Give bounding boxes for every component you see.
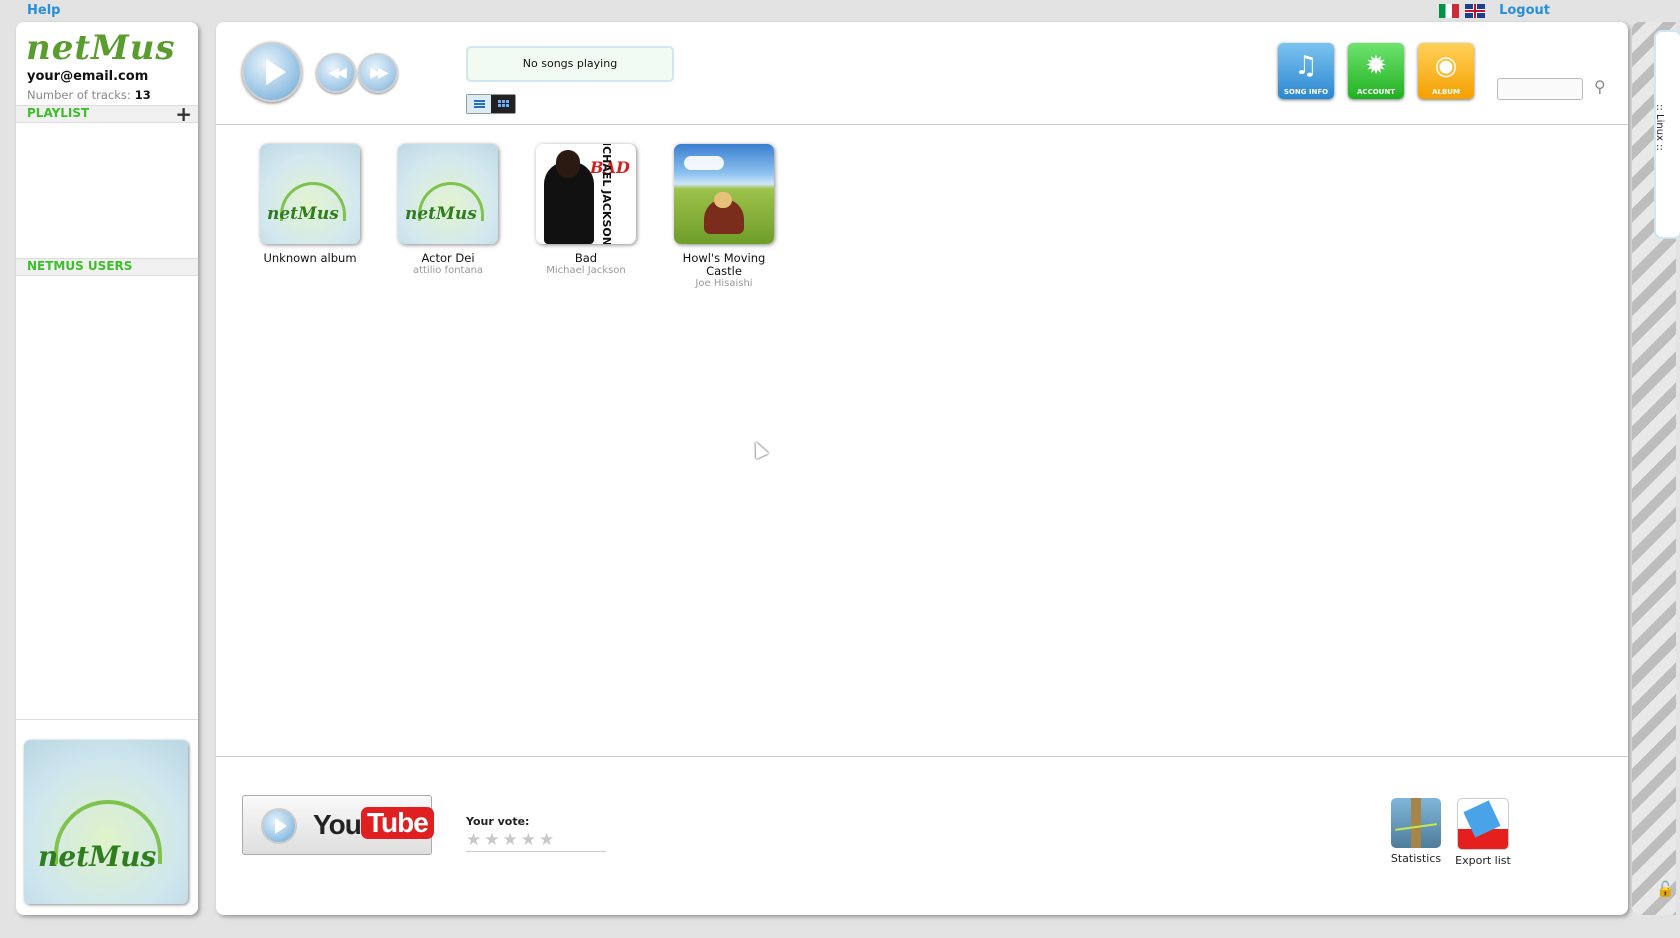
netmus-logo: netMus bbox=[26, 28, 176, 68]
rating-stars: ★ ★ ★ ★ ★ bbox=[466, 831, 606, 852]
search-icon[interactable]: ⚲ bbox=[1594, 77, 1612, 96]
logout-link[interactable]: Logout bbox=[1499, 3, 1550, 18]
youtube-button[interactable]: You Tube bbox=[242, 795, 434, 855]
album-title: Unknown album bbox=[263, 251, 357, 265]
album-item[interactable]: netMus Unknown album bbox=[250, 144, 370, 265]
star-icon[interactable]: ★ bbox=[466, 831, 481, 849]
sidebar: netMus your@email.com Number of tracks: 1… bbox=[16, 22, 198, 915]
star-icon[interactable]: ★ bbox=[484, 831, 499, 849]
main-panel: ◀◀ ▶▶ No songs playing ♫ SONG INFO ✹ ACC… bbox=[216, 22, 1628, 915]
user-email: your@email.com bbox=[27, 69, 149, 84]
account-label: ACCOUNT bbox=[1357, 88, 1395, 96]
star-icon[interactable]: ★ bbox=[539, 831, 554, 849]
album-item[interactable]: netMus Actor Dei attilio fontana bbox=[388, 144, 508, 276]
album-item[interactable]: BAD MICHAEL JACKSON Bad Michael Jackson bbox=[526, 144, 646, 276]
search-input[interactable] bbox=[1497, 78, 1583, 100]
cover-cloud bbox=[684, 156, 724, 170]
account-button[interactable]: ✹ ACCOUNT bbox=[1348, 43, 1404, 99]
current-album-cover: netMus bbox=[24, 740, 188, 904]
song-info-button[interactable]: ♫ SONG INFO bbox=[1278, 43, 1334, 99]
previous-button[interactable]: ◀◀ bbox=[316, 53, 356, 93]
gear-icon: ✹ bbox=[1365, 51, 1387, 81]
statistics-button[interactable]: Statistics bbox=[1386, 798, 1446, 865]
next-button[interactable]: ▶▶ bbox=[358, 53, 398, 93]
netmus-users-label: NETMUS USERS bbox=[27, 259, 133, 273]
album-cover[interactable] bbox=[674, 144, 774, 244]
cover-logo-text: netMus bbox=[267, 204, 339, 224]
album-title: Actor Dei bbox=[421, 251, 475, 265]
album-cover[interactable]: netMus bbox=[398, 144, 498, 244]
cover-head bbox=[556, 150, 580, 178]
playlist-header: PLAYLIST + bbox=[16, 102, 198, 126]
song-info-label: SONG INFO bbox=[1283, 88, 1329, 96]
statistics-icon bbox=[1391, 798, 1441, 848]
view-toggle bbox=[466, 94, 516, 114]
topbar-right: Logout bbox=[1439, 3, 1550, 18]
music-notes-icon: ♫ bbox=[1294, 51, 1318, 81]
rail-tab-label: :: Linux :: bbox=[1653, 104, 1665, 151]
star-icon[interactable]: ★ bbox=[503, 831, 518, 849]
album-artist: attilio fontana bbox=[412, 265, 484, 276]
netmus-users-header: NETMUS USERS bbox=[16, 258, 198, 276]
cover-face bbox=[714, 192, 732, 208]
album-artist: Michael Jackson bbox=[546, 265, 626, 276]
disc-icon: ◉ bbox=[1434, 51, 1458, 81]
list-view-icon[interactable] bbox=[467, 95, 491, 113]
star-icon[interactable]: ★ bbox=[521, 831, 536, 849]
export-list-button[interactable]: Export list bbox=[1453, 798, 1513, 867]
cover-logo-text: netMus bbox=[38, 840, 157, 873]
album-button[interactable]: ◉ ALBUM bbox=[1418, 43, 1474, 99]
track-count-label: Number of tracks: bbox=[27, 88, 131, 102]
rail-tab[interactable]: :: Linux :: bbox=[1654, 30, 1680, 239]
footer-divider bbox=[216, 756, 1628, 757]
italian-flag-icon[interactable] bbox=[1439, 3, 1460, 18]
album-title: Howl's Moving Castle bbox=[682, 251, 766, 278]
statistics-label: Statistics bbox=[1390, 852, 1442, 865]
english-flag-icon[interactable] bbox=[1465, 3, 1486, 18]
track-count-value: 13 bbox=[134, 88, 151, 102]
play-button[interactable] bbox=[242, 42, 302, 102]
export-list-label: Export list bbox=[1455, 854, 1511, 867]
playlist-label: PLAYLIST bbox=[27, 106, 90, 120]
now-playing-status: No songs playing bbox=[466, 46, 674, 82]
album-item[interactable]: Howl's Moving Castle Joe Hisaishi bbox=[664, 144, 784, 289]
header-divider bbox=[216, 124, 1628, 125]
lock-icon[interactable]: 🔓 bbox=[1656, 880, 1675, 898]
help-link[interactable]: Help bbox=[27, 3, 60, 18]
sidebar-divider bbox=[16, 719, 198, 720]
album-title: Bad bbox=[574, 251, 598, 265]
add-playlist-button[interactable]: + bbox=[175, 102, 192, 126]
grid-view-icon[interactable] bbox=[491, 95, 515, 113]
youtube-logo-tube: Tube bbox=[361, 807, 434, 839]
album-cover[interactable]: netMus bbox=[260, 144, 360, 244]
play-icon bbox=[261, 808, 297, 844]
track-count: Number of tracks: 13 bbox=[27, 88, 151, 102]
album-cover[interactable]: BAD MICHAEL JACKSON bbox=[536, 144, 636, 244]
youtube-logo-you: You bbox=[313, 809, 362, 840]
album-artist: Joe Hisaishi bbox=[695, 278, 753, 289]
cover-artist-text: MICHAEL JACKSON bbox=[600, 144, 614, 244]
album-label: ALBUM bbox=[1432, 88, 1460, 96]
vote-label: Your vote: bbox=[466, 815, 530, 828]
cover-logo-text: netMus bbox=[405, 204, 477, 224]
export-icon bbox=[1457, 798, 1509, 850]
